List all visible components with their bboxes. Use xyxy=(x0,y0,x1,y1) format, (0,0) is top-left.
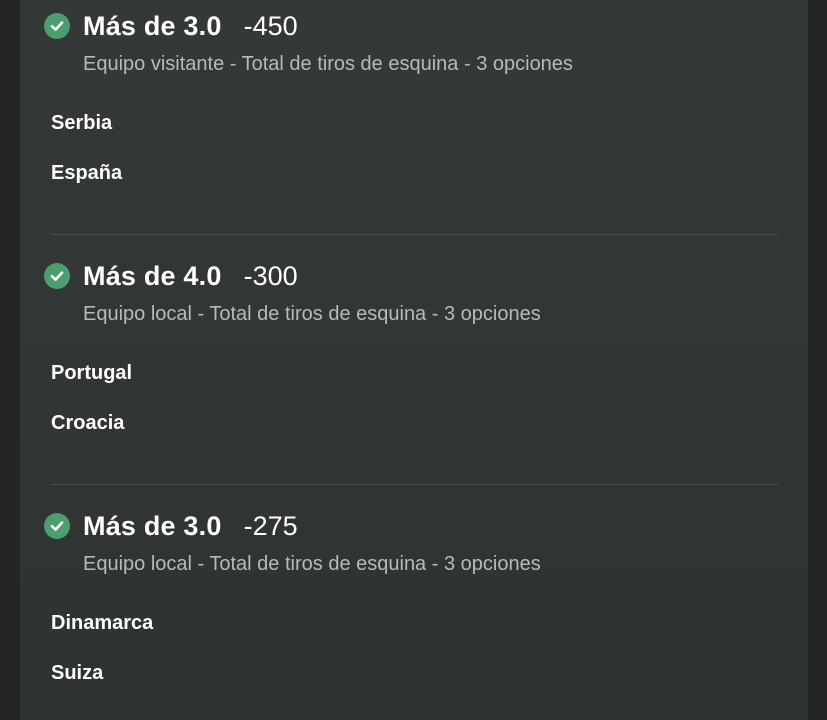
selection-line: Más de 4.0 xyxy=(83,260,222,291)
check-circle-icon xyxy=(44,513,70,539)
selection-header: Más de 3.0 -275 xyxy=(44,508,298,544)
market-description: Equipo local - Total de tiros de esquina… xyxy=(83,553,541,575)
selection-odds: -300 xyxy=(243,260,298,291)
bet-selection-1[interactable]: Más de 3.0 -450 Equipo visitante - Total… xyxy=(20,0,808,234)
selection-header: Más de 3.0 -450 xyxy=(44,8,298,44)
section-divider xyxy=(51,484,778,485)
selection-line: Más de 3.0 xyxy=(83,510,222,541)
bet-selection-3[interactable]: Más de 3.0 -275 Equipo local - Total de … xyxy=(20,500,808,720)
team-pick: Serbia xyxy=(51,112,113,134)
selection-line: Más de 3.0 xyxy=(83,10,222,41)
section-divider xyxy=(51,234,778,235)
team-pick: España xyxy=(51,162,123,184)
bet-selection-2[interactable]: Más de 4.0 -300 Equipo local - Total de … xyxy=(20,250,808,484)
selection-odds: -450 xyxy=(243,10,298,41)
team-pick: Croacia xyxy=(51,412,125,434)
bet-details-card: Más de 3.0 -450 Equipo visitante - Total… xyxy=(20,0,808,720)
selection-odds: -275 xyxy=(243,510,298,541)
market-description: Equipo local - Total de tiros de esquina… xyxy=(83,303,541,325)
check-circle-icon xyxy=(44,13,70,39)
selection-header: Más de 4.0 -300 xyxy=(44,258,298,294)
market-description: Equipo visitante - Total de tiros de esq… xyxy=(83,53,573,75)
team-pick: Dinamarca xyxy=(51,612,154,634)
check-circle-icon xyxy=(44,263,70,289)
team-pick: Portugal xyxy=(51,362,133,384)
team-pick: Suiza xyxy=(51,662,104,684)
bet-slip-screen: Más de 3.0 -450 Equipo visitante - Total… xyxy=(0,0,827,720)
